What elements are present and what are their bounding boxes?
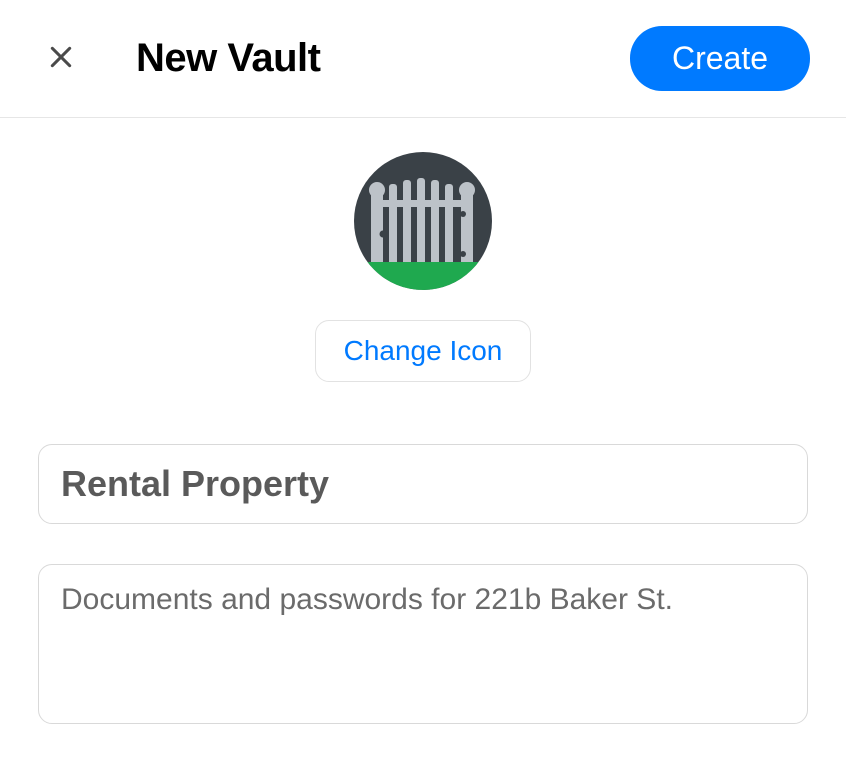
page-title: New Vault (136, 36, 320, 81)
icon-ground (354, 262, 492, 290)
close-button[interactable] (48, 44, 74, 73)
header: New Vault Create (0, 0, 846, 118)
content-area: Change Icon (0, 118, 846, 763)
form-area (38, 444, 808, 729)
vault-name-input[interactable] (38, 444, 808, 524)
vault-description-input[interactable] (38, 564, 808, 724)
create-button[interactable]: Create (630, 26, 810, 91)
change-icon-button[interactable]: Change Icon (315, 320, 532, 382)
close-icon (48, 44, 74, 73)
vault-icon-preview (354, 152, 492, 290)
